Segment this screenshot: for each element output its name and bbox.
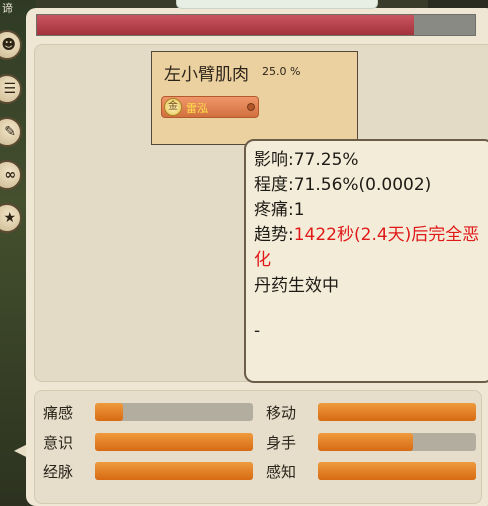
stat-bar-fill: [95, 433, 253, 451]
stat-label-movement: 移动: [266, 404, 297, 422]
stat-label-pain: 痛感: [43, 404, 74, 422]
stat-bar-fill: [95, 403, 124, 421]
stat-label-perception: 感知: [266, 463, 297, 481]
stat-bar-pain: [95, 403, 253, 421]
tag-dot-icon: [247, 103, 255, 111]
tooltip-trend-value: 1422秒(2.4天)后完全恶: [293, 225, 480, 245]
stat-label-consciousness: 意识: [43, 434, 74, 452]
stat-bar-agility: [318, 433, 476, 451]
treatment-tag[interactable]: 金 雷泓: [161, 96, 259, 118]
tooltip-trend-prefix: 趋势:: [254, 225, 294, 245]
tooltip-dash: -: [254, 321, 261, 341]
tooltip-pill-status: 丹药生效中: [254, 276, 339, 296]
stat-bar-fill: [318, 433, 413, 451]
tooltip-trend: 趋势:1422秒(2.4天)后完全恶: [254, 220, 479, 245]
health-bar-fill: [37, 15, 414, 35]
body-part-percent: 25.0 %: [262, 65, 301, 78]
side-label: 谛: [2, 2, 13, 15]
collapse-arrow-icon[interactable]: ◀: [14, 440, 26, 460]
body-part-card[interactable]: 左小臂肌肉 25.0 % 金 雷泓: [151, 51, 358, 145]
stat-bar-perception: [318, 462, 476, 480]
tooltip-pain: 疼痛:1: [254, 200, 305, 220]
stat-bar-meridians: [95, 462, 253, 480]
coin-icon: 金: [164, 98, 182, 116]
top-decoration: [176, 0, 378, 9]
tooltip-trend-continued: 化: [254, 250, 271, 270]
health-bar: [36, 14, 476, 36]
tooltip-degree: 程度:71.56%(0.0002): [254, 175, 432, 195]
stat-bar-fill: [318, 403, 476, 421]
stat-label-meridians: 经脉: [43, 463, 74, 481]
tooltip-influence: 影响:77.25%: [254, 150, 359, 170]
stat-bar-fill: [95, 462, 253, 480]
stat-bar-fill: [318, 462, 476, 480]
body-part-name: 左小臂肌肉: [164, 65, 249, 85]
stat-label-agility: 身手: [266, 434, 297, 452]
injury-tooltip: 影响:77.25% 程度:71.56%(0.0002) 疼痛:1 趋势:1422…: [244, 139, 488, 383]
treatment-tag-label: 雷泓: [186, 102, 208, 115]
stat-bar-movement: [318, 403, 476, 421]
stat-bar-consciousness: [95, 433, 253, 451]
